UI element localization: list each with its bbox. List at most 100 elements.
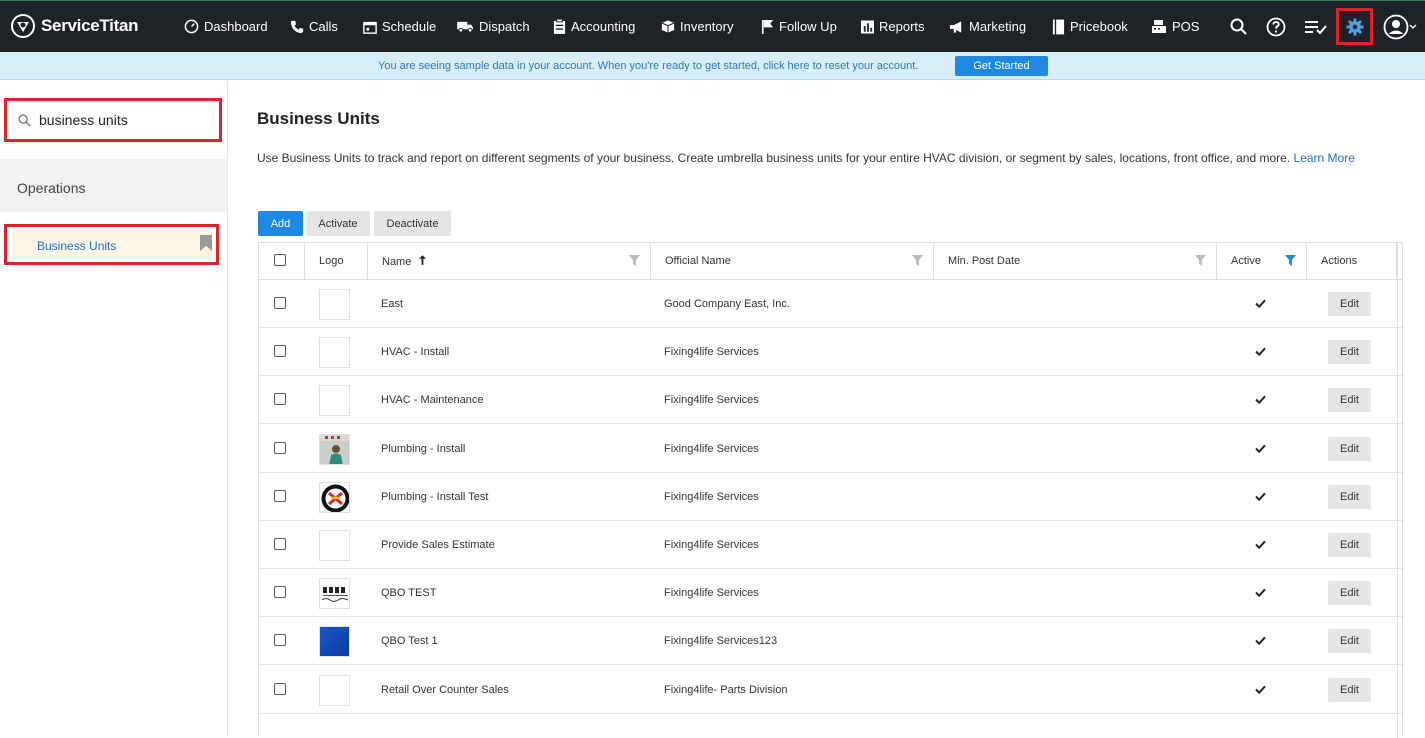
table-row[interactable]: Provide Sales Estimate Fixing4life Servic… — [259, 521, 1402, 569]
table-row[interactable]: QBO Test 1 Fixing4life Services123 Edit — [259, 617, 1402, 666]
sidebar-item-business-units[interactable]: Business Units — [12, 230, 212, 259]
book-icon — [1052, 19, 1065, 34]
row-checkbox[interactable] — [274, 538, 286, 550]
nav-dispatch[interactable]: Dispatch — [457, 1, 530, 52]
nav-follow-up[interactable]: Follow Up — [761, 1, 837, 52]
search-icon — [1230, 18, 1247, 35]
nav-marketing[interactable]: Marketing — [949, 1, 1026, 52]
select-all-checkbox[interactable] — [274, 254, 286, 266]
activate-button[interactable]: Activate — [306, 211, 370, 236]
row-checkbox[interactable] — [274, 682, 286, 695]
column-name[interactable]: Name — [368, 243, 651, 279]
deactivate-button[interactable]: Deactivate — [374, 211, 451, 236]
row-name: Plumbing - Install Test — [381, 490, 489, 503]
row-checkbox[interactable] — [274, 297, 286, 309]
business-units-table: Logo Name Official Name Min. Post Date A… — [258, 242, 1403, 738]
nav-accounting-label: Accounting — [571, 19, 636, 34]
logo-blue-image — [320, 627, 349, 657]
nav-calls[interactable]: Calls — [290, 1, 338, 52]
gear-icon — [1345, 17, 1364, 36]
table-scrollbar[interactable] — [1397, 243, 1402, 738]
settings-button[interactable] — [1336, 8, 1373, 45]
edit-button[interactable]: Edit — [1328, 677, 1371, 702]
column-logo: Logo — [305, 243, 368, 279]
nav-dashboard[interactable]: Dashboard — [184, 1, 268, 52]
edit-button[interactable]: Edit — [1328, 581, 1371, 606]
nav-pricebook[interactable]: Pricebook — [1052, 1, 1128, 52]
row-logo — [319, 289, 350, 320]
table-row[interactable]: East Good Company East, Inc. Edit — [259, 280, 1402, 328]
sort-ascending-icon[interactable] — [419, 255, 427, 265]
column-min-post-date[interactable]: Min. Post Date — [934, 243, 1217, 279]
sidebar-section-operations[interactable]: Operations — [0, 159, 227, 212]
active-check-icon — [1255, 637, 1266, 646]
sample-data-banner: You are seeing sample data in your accou… — [0, 52, 1425, 80]
row-official-name: Fixing4life Services — [664, 394, 759, 407]
bookmark-icon[interactable] — [200, 235, 212, 251]
select-all-column — [259, 243, 305, 279]
row-logo — [319, 578, 350, 610]
row-logo — [319, 626, 350, 658]
tasks-button[interactable] — [1302, 13, 1330, 41]
megaphone-icon — [949, 20, 962, 33]
help-icon — [1266, 17, 1286, 37]
nav-reports[interactable]: Reports — [861, 1, 925, 52]
filter-icon[interactable] — [629, 255, 640, 266]
box-icon — [661, 20, 675, 33]
column-official-name[interactable]: Official Name — [651, 243, 934, 279]
row-checkbox[interactable] — [274, 441, 286, 454]
calendar-icon — [363, 21, 377, 34]
row-checkbox[interactable] — [274, 489, 286, 502]
filter-icon[interactable] — [1195, 255, 1206, 266]
add-button[interactable]: Add — [258, 211, 303, 236]
settings-search-input[interactable] — [39, 112, 209, 128]
edit-button[interactable]: Edit — [1328, 484, 1371, 509]
get-started-button[interactable]: Get Started — [955, 56, 1048, 76]
table-row[interactable]: QBO TEST Fixing4life Services Edit — [259, 569, 1402, 618]
banner-text[interactable]: You are seeing sample data in your accou… — [378, 60, 918, 72]
edit-button[interactable]: Edit — [1328, 436, 1371, 461]
nav-marketing-label: Marketing — [969, 19, 1027, 34]
sidebar-item-business-units-highlight[interactable]: Business Units — [4, 224, 219, 265]
edit-button[interactable]: Edit — [1328, 388, 1371, 413]
row-checkbox[interactable] — [274, 393, 286, 406]
flag-icon — [761, 20, 774, 34]
table-row[interactable]: Plumbing - Install Fixing4life Services Ed… — [259, 425, 1402, 473]
learn-more-link[interactable]: Learn More — [1294, 151, 1355, 165]
edit-button[interactable]: Edit — [1328, 292, 1371, 316]
register-icon — [1152, 19, 1166, 33]
nav-pos[interactable]: POS — [1151, 1, 1199, 52]
filter-active-icon[interactable] — [1285, 255, 1296, 266]
row-logo — [319, 530, 350, 561]
edit-button[interactable]: Edit — [1328, 340, 1371, 365]
row-logo — [319, 337, 350, 369]
edit-button[interactable]: Edit — [1328, 629, 1371, 654]
column-name-label: Name — [382, 256, 412, 268]
user-menu-button[interactable] — [1380, 13, 1420, 41]
row-logo — [319, 674, 350, 706]
column-active[interactable]: Active — [1217, 243, 1307, 279]
description-text: Use Business Units to track and report o… — [257, 151, 1291, 165]
row-checkbox[interactable] — [274, 634, 286, 647]
nav-inventory[interactable]: Inventory — [661, 1, 733, 52]
row-name: QBO Test 1 — [381, 635, 438, 648]
filter-icon[interactable] — [912, 255, 923, 266]
active-check-icon — [1255, 540, 1266, 549]
table-row[interactable]: Plumbing - Install Test Fixing4life Servi… — [259, 473, 1402, 521]
active-check-icon — [1255, 492, 1266, 501]
table-row[interactable]: HVAC - Maintenance Fixing4life Services Ed… — [259, 376, 1402, 425]
brand-logo[interactable]: ServiceTitan — [10, 13, 139, 39]
row-official-name: Fixing4life Services — [664, 490, 759, 503]
edit-button[interactable]: Edit — [1328, 533, 1371, 557]
row-checkbox[interactable] — [274, 586, 286, 599]
settings-search[interactable] — [4, 98, 222, 142]
row-checkbox[interactable] — [274, 345, 286, 358]
table-row[interactable]: Retail Over Counter Sales Fixing4life- Pa… — [259, 666, 1402, 714]
table-row[interactable]: HVAC - Install Fixing4life Services Edit — [259, 328, 1402, 377]
nav-pricebook-label: Pricebook — [1070, 19, 1128, 34]
help-button[interactable] — [1262, 13, 1290, 41]
search-button[interactable] — [1225, 13, 1253, 41]
nav-accounting[interactable]: Accounting — [553, 1, 635, 52]
nav-schedule[interactable]: Schedule — [363, 1, 436, 52]
nav-follow-up-label: Follow Up — [779, 19, 837, 34]
